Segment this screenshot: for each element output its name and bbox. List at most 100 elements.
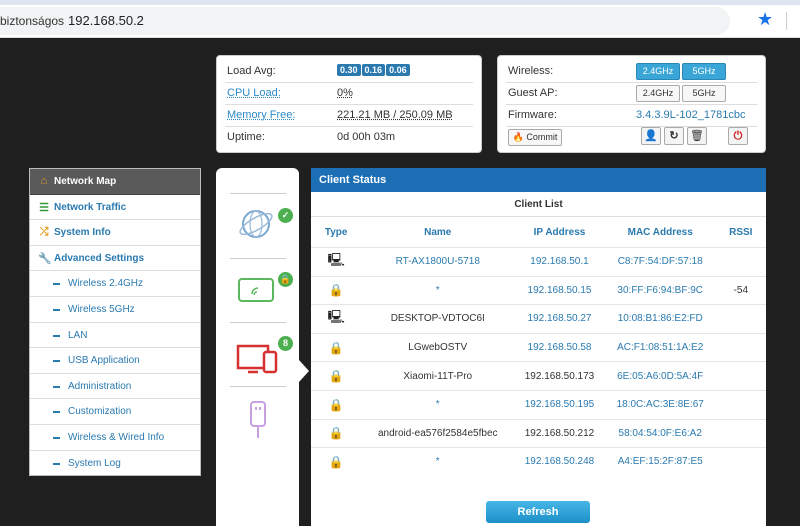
client-name[interactable]: Xiaomi-11T-Pro — [361, 361, 515, 391]
client-mac[interactable]: 18:0C:AC:3E:8E:67 — [604, 389, 716, 420]
client-ip[interactable]: 192.168.50.212 — [514, 418, 605, 448]
system-status-panel: Load Avg: 0.30 0.16 0.06 CPU Load: 0% Memo… — [216, 55, 482, 153]
client-mac[interactable]: 10:08:B1:86:E2:FD — [604, 304, 716, 334]
client-status-title: Client Status — [311, 168, 766, 192]
internet-globe-icon[interactable] — [236, 204, 276, 244]
client-name[interactable]: LGwebOSTV — [361, 332, 515, 362]
col-type[interactable]: Type — [311, 217, 361, 248]
memory-free-value: 221.21 MB / 250.09 MB — [337, 109, 453, 121]
sidebar-item-system-info[interactable]: ⤮ System Info — [30, 220, 200, 246]
security-label[interactable]: biztonságos — [0, 14, 64, 28]
client-table: Type Name IP Address MAC Address RSSI 🖳 … — [311, 217, 766, 476]
memory-free-link[interactable]: Memory Free: — [227, 109, 295, 121]
divider — [230, 386, 286, 387]
usb-drive-icon — [250, 401, 266, 438]
guest-5ghz-button[interactable]: 5GHz — [682, 85, 726, 102]
wireless-24ghz-button[interactable]: 2.4GHz — [636, 63, 680, 80]
sidebar-item-wireless-24ghz[interactable]: Wireless 2.4GHz — [30, 271, 200, 297]
tablet-wifi-icon — [238, 278, 274, 302]
lock-icon: 🔒 — [311, 275, 362, 305]
col-mac[interactable]: MAC Address — [605, 217, 716, 248]
client-ip[interactable]: 192.168.50.15 — [514, 275, 605, 305]
tab-strip — [0, 0, 800, 5]
guest-24ghz-button[interactable]: 2.4GHz — [636, 85, 680, 102]
toolbar-divider — [786, 12, 787, 30]
firmware-value[interactable]: 3.4.3.9L-102_1781cbc — [636, 109, 745, 121]
sidebar-item-network-map[interactable]: ⌂ Network Map — [30, 169, 200, 195]
clients-count-badge: 8 — [278, 336, 293, 351]
col-name[interactable]: Name — [361, 217, 514, 248]
globe-icon — [239, 210, 273, 238]
client-name[interactable]: DESKTOP-VDTOC6I — [361, 304, 515, 334]
user-icon[interactable]: 👤 — [641, 127, 661, 145]
check-icon: ✓ — [278, 208, 293, 223]
client-name[interactable]: android-ea576f2584e5fbec — [361, 418, 515, 448]
sidebar-item-usb-application[interactable]: USB Application — [30, 348, 200, 374]
table-row: 🔒 * 192.168.50.15 30:FF:F6:94:BF:9C -54 — [311, 275, 766, 305]
sidebar-item-lan[interactable]: LAN — [30, 323, 200, 349]
clients-icon[interactable] — [236, 342, 278, 376]
col-ip[interactable]: IP Address — [514, 217, 605, 248]
client-name[interactable]: * — [361, 389, 515, 420]
refresh-button[interactable]: Refresh — [486, 501, 590, 523]
client-ip[interactable]: 192.168.50.248 — [514, 447, 605, 476]
wireless-device-icon[interactable] — [238, 278, 274, 302]
client-mac[interactable]: 30:FF:F6:94:BF:9C — [604, 275, 716, 305]
client-name[interactable]: RT-AX1800U-5718 — [361, 247, 515, 277]
uptime-row: Uptime: 0d 00h 03m — [225, 126, 473, 148]
lock-icon: 🔒 — [311, 389, 362, 420]
client-mac[interactable]: AC:F1:08:51:1A:E2 — [604, 332, 716, 362]
sidebar-item-customization[interactable]: Customization — [30, 399, 200, 425]
load-avg-15: 0.06 — [386, 64, 410, 76]
sidebar-item-administration[interactable]: Administration — [30, 374, 200, 400]
shuffle-icon: ⤮ — [39, 226, 49, 239]
power-icon[interactable]: ⏻ — [728, 127, 748, 145]
wireless-label: Wireless: — [508, 65, 554, 77]
sidebar-item-wireless-5ghz[interactable]: Wireless 5GHz — [30, 297, 200, 323]
wireless-row: Wireless: 2.4GHz 5GHz — [506, 60, 757, 83]
cpu-load-value: 0% — [337, 87, 353, 99]
lock-icon: 🔒 — [311, 332, 362, 362]
client-mac[interactable]: 6E:05:A6:0D:5A:4F — [604, 361, 716, 391]
client-ip[interactable]: 192.168.50.195 — [514, 389, 605, 420]
commit-label: Commit — [526, 132, 558, 142]
table-row: 🔒 * 192.168.50.195 18:0C:AC:3E:8E:67 — [311, 389, 766, 420]
sidebar-item-system-log[interactable]: System Log — [30, 451, 200, 477]
sidebar-item-advanced-settings[interactable]: 🔧 Advanced Settings — [30, 246, 200, 272]
client-name[interactable]: * — [361, 275, 515, 305]
commit-button[interactable]: 🔥 Commit — [508, 129, 562, 146]
sidebar-item-label: Wireless & Wired Info — [68, 431, 165, 443]
wireless-5ghz-button[interactable]: 5GHz — [682, 63, 726, 80]
star-icon[interactable]: ★ — [757, 9, 773, 30]
trash-icon[interactable]: 🗑 — [687, 127, 707, 145]
client-list-title: Client List — [311, 192, 766, 217]
url-text[interactable]: 192.168.50.2 — [68, 13, 144, 28]
firmware-label: Firmware: — [508, 109, 557, 121]
client-ip[interactable]: 192.168.50.27 — [514, 304, 605, 334]
col-rssi[interactable]: RSSI — [716, 217, 766, 248]
sidebar-item-network-traffic[interactable]: ☰ Network Traffic — [30, 195, 200, 221]
usb-icon[interactable] — [248, 400, 268, 440]
client-mac[interactable]: 58:04:54:0F:E6:A2 — [604, 418, 716, 448]
cpu-load-row: CPU Load: 0% — [225, 82, 473, 105]
sidebar-item-wireless-wired-info[interactable]: Wireless & Wired Info — [30, 425, 200, 451]
client-rssi — [715, 247, 766, 277]
client-rssi: -54 — [715, 275, 766, 305]
refresh-icon[interactable]: ↻ — [664, 127, 684, 145]
client-ip[interactable]: 192.168.50.1 — [514, 247, 605, 277]
dash-icon — [53, 385, 60, 388]
sidebar-item-label: LAN — [68, 329, 88, 341]
divider — [230, 322, 286, 323]
client-rssi — [715, 332, 766, 362]
client-mac[interactable]: C8:7F:54:DF:57:18 — [604, 247, 716, 277]
client-name[interactable]: * — [361, 447, 515, 476]
table-header: Type Name IP Address MAC Address RSSI — [311, 217, 766, 248]
client-ip[interactable]: 192.168.50.173 — [514, 361, 605, 391]
cpu-load-link[interactable]: CPU Load: — [227, 87, 281, 99]
dash-icon — [53, 334, 60, 337]
load-avg-1: 0.30 — [337, 64, 361, 76]
client-mac[interactable]: A4:EF:15:2F:87:E5 — [604, 447, 716, 476]
lock-badge-icon: 🔒 — [278, 272, 293, 287]
client-ip[interactable]: 192.168.50.58 — [514, 332, 605, 362]
guest-ap-row: Guest AP: 2.4GHz 5GHz — [506, 82, 757, 105]
